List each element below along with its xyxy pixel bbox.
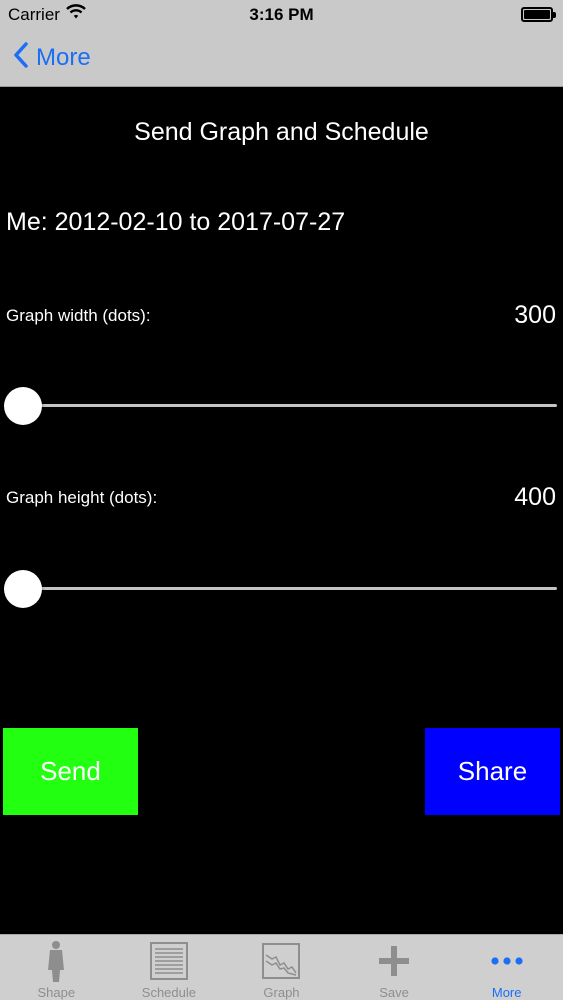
graph-chart-icon xyxy=(262,939,301,983)
back-button-label: More xyxy=(36,44,91,71)
person-shape-icon xyxy=(43,939,69,983)
slider-thumb[interactable] xyxy=(4,570,42,608)
page-title: Send Graph and Schedule xyxy=(134,118,429,146)
more-dots-icon xyxy=(490,939,524,983)
tab-shape[interactable]: Shape xyxy=(0,935,113,1000)
slider-thumb[interactable] xyxy=(4,387,42,425)
tab-label: Save xyxy=(379,985,409,1000)
back-button[interactable]: More xyxy=(14,41,91,75)
tab-more[interactable]: More xyxy=(450,935,563,1000)
graph-width-slider[interactable] xyxy=(4,386,557,426)
status-time: 3:16 PM xyxy=(249,5,314,24)
status-bar: Carrier 3:16 PM xyxy=(0,0,563,30)
send-button[interactable]: Send xyxy=(3,728,138,815)
slider-track xyxy=(4,587,557,590)
share-button[interactable]: Share xyxy=(425,728,560,815)
tab-label: More xyxy=(491,985,522,1000)
tab-graph[interactable]: Graph xyxy=(225,935,338,1000)
plus-icon xyxy=(379,939,410,983)
tab-label: Schedule xyxy=(141,985,196,1000)
tab-label: Graph xyxy=(263,985,300,1000)
schedule-list-icon xyxy=(149,939,188,983)
battery-icon xyxy=(521,7,556,22)
chevron-left-icon xyxy=(14,41,36,75)
main-content: Send Graph and Schedule Me: 2012-02-10 t… xyxy=(0,88,563,934)
graph-height-slider[interactable] xyxy=(4,569,557,609)
navigation-bar: More xyxy=(0,30,563,87)
tab-schedule[interactable]: Schedule xyxy=(113,935,226,1000)
slider-track xyxy=(4,404,557,407)
tab-bar: Shape Schedule Graph Save More xyxy=(0,934,563,1000)
graph-height-value: 400 xyxy=(514,483,556,511)
graph-height-label: Graph height (dots): xyxy=(6,488,158,507)
graph-width-label: Graph width (dots): xyxy=(6,306,151,325)
tab-label: Shape xyxy=(37,985,76,1000)
graph-width-value: 300 xyxy=(514,301,556,329)
date-range-label: Me: 2012-02-10 to 2017-07-27 xyxy=(6,208,346,236)
tab-save[interactable]: Save xyxy=(338,935,451,1000)
